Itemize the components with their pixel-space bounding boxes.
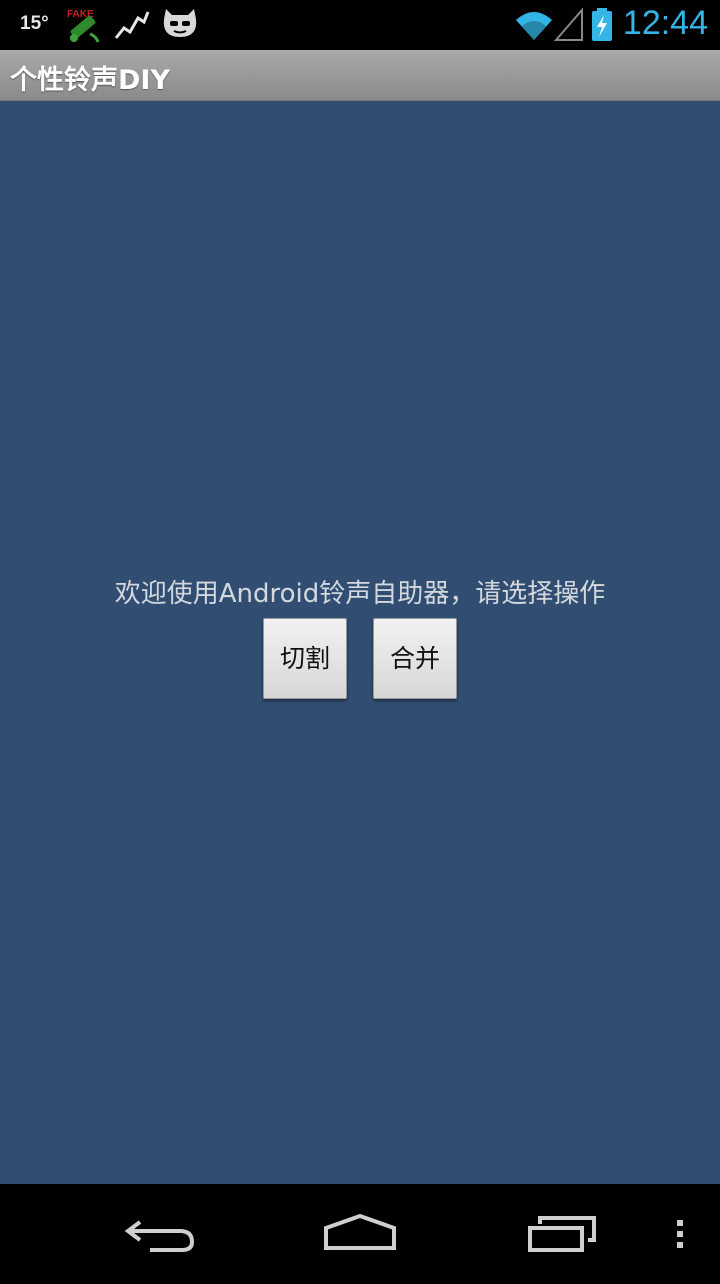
wifi-icon	[516, 12, 552, 40]
recent-apps-button[interactable]	[510, 1184, 610, 1280]
merge-button[interactable]: 合并	[373, 618, 457, 699]
back-button[interactable]	[110, 1184, 210, 1280]
battery-charging-icon	[592, 8, 612, 41]
welcome-text: 欢迎使用Android铃声自助器，请选择操作	[114, 579, 606, 609]
status-right: 12:44	[480, 0, 720, 50]
app-title: 个性铃声DIY	[10, 65, 171, 96]
activity-graph-icon	[114, 11, 150, 39]
back-icon	[124, 1220, 195, 1252]
home-icon	[324, 1213, 396, 1250]
main-content: 欢迎使用Android铃声自助器，请选择操作 切割 合并	[0, 101, 720, 1184]
action-bar: 个性铃声DIY	[0, 50, 720, 101]
fake-gps-icon: FAKE	[67, 9, 100, 43]
status-bar: 15° FAKE 12:44	[0, 0, 720, 50]
clock: 12:44	[622, 4, 708, 42]
menu-button[interactable]	[660, 1184, 700, 1280]
navigation-bar	[0, 1184, 720, 1280]
recent-apps-icon	[528, 1216, 596, 1252]
cyanogen-mascot-icon	[163, 9, 197, 37]
cut-button[interactable]: 切割	[263, 618, 347, 699]
signal-icon	[554, 8, 583, 41]
temperature-text: 15°	[20, 13, 49, 34]
home-button[interactable]	[310, 1184, 410, 1280]
menu-icon	[677, 1220, 683, 1248]
